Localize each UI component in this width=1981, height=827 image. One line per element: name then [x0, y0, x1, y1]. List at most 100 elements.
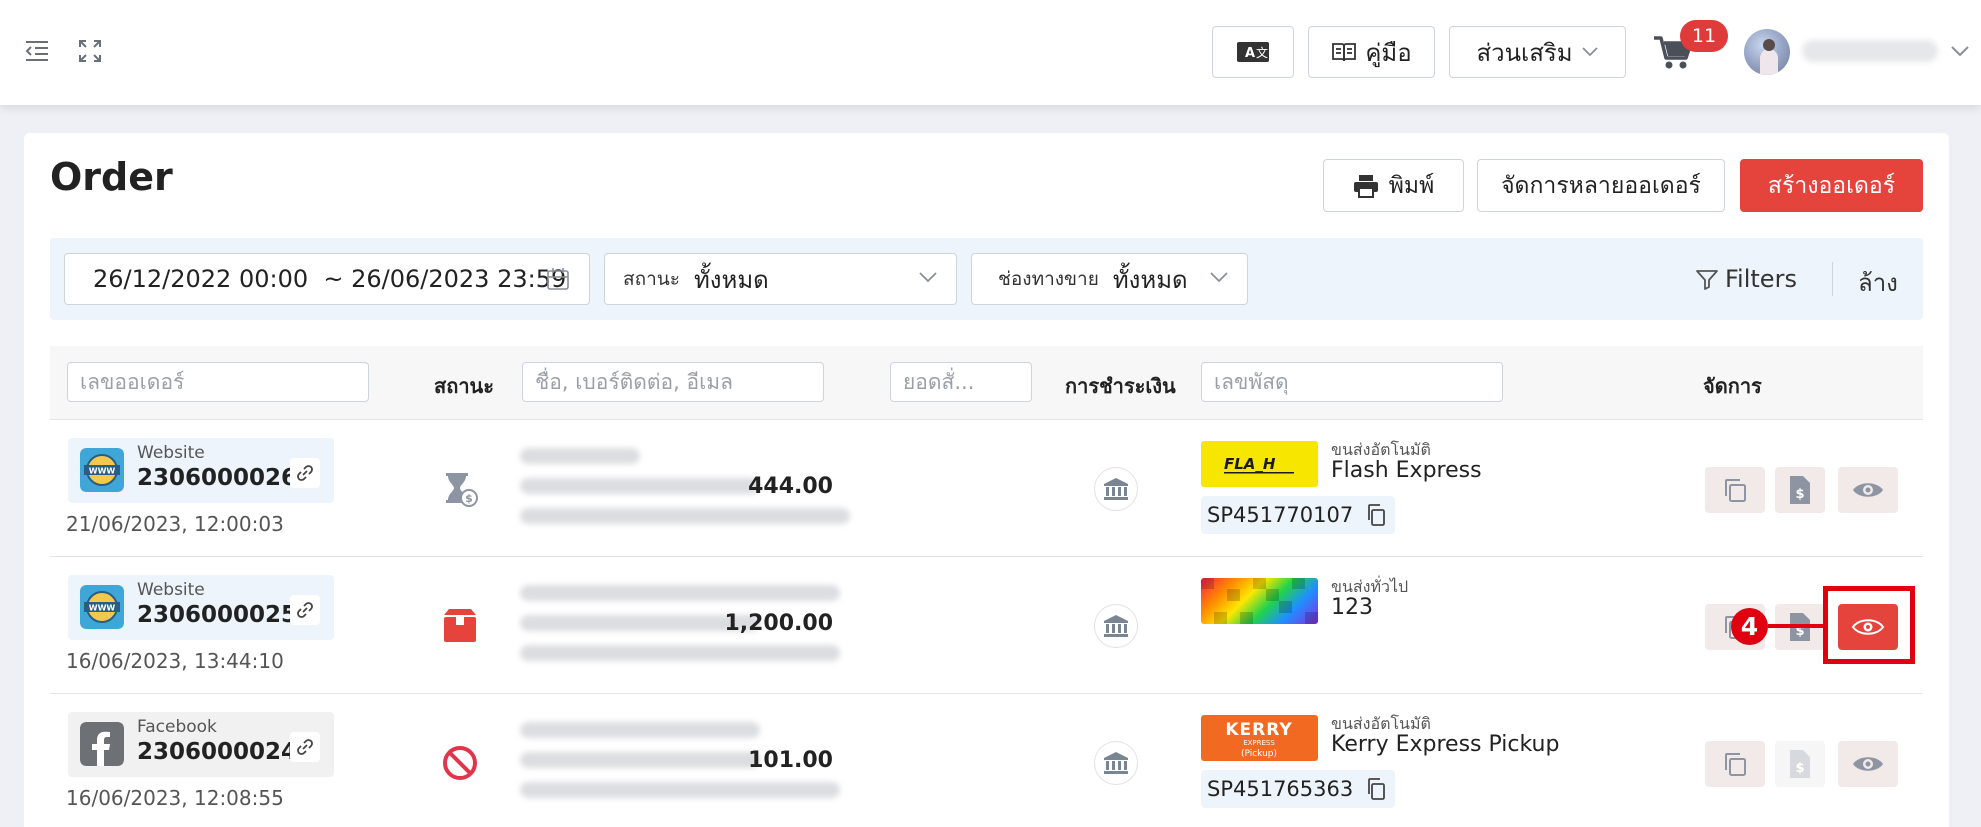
- date-range-input[interactable]: 26/12/2022 00:00 ~ 26/06/2023 23:59: [64, 253, 590, 305]
- calendar-icon: [547, 268, 569, 290]
- table-row[interactable]: WWW Website 2306000025 16/06/2023, 13:44…: [50, 557, 1923, 694]
- chevron-down-icon: [919, 272, 937, 283]
- carrier-name: 123: [1331, 595, 1373, 620]
- guide-label: คู่มือ: [1365, 38, 1412, 67]
- divider: [1832, 262, 1833, 296]
- order-number[interactable]: 2306000024: [137, 739, 297, 765]
- copy-icon: [1725, 753, 1746, 776]
- copy-link-button[interactable]: [290, 595, 320, 625]
- fullscreen-icon[interactable]: [75, 36, 105, 66]
- translate-icon: A 文: [1237, 42, 1269, 62]
- bank-icon: [1104, 752, 1128, 774]
- eye-icon: [1853, 483, 1883, 497]
- invoice-button[interactable]: $: [1775, 467, 1825, 513]
- payment-column-header: การชำระเงิน: [1065, 374, 1176, 398]
- cart-count-badge: 11: [1680, 20, 1728, 52]
- copy-link-button[interactable]: [290, 458, 320, 488]
- bank-icon: [1104, 478, 1128, 500]
- tracking-box: SP451765363: [1201, 770, 1396, 808]
- order-source-box: WWW Website 2306000025: [68, 575, 334, 640]
- view-order-button[interactable]: [1838, 467, 1898, 513]
- copy-icon: [1725, 479, 1746, 502]
- printer-icon: [1353, 174, 1378, 198]
- addons-label: ส่วนเสริม: [1476, 38, 1573, 67]
- svg-text:文: 文: [1256, 45, 1268, 60]
- print-label: พิมพ์: [1388, 172, 1435, 199]
- order-source: Website: [137, 443, 205, 463]
- tracking-number: SP451770107: [1207, 503, 1354, 527]
- svg-text:$: $: [1795, 761, 1804, 776]
- order-date: 16/06/2023, 13:44:10: [66, 649, 284, 673]
- cancelled-icon: [443, 746, 477, 780]
- payment-status: [1094, 604, 1138, 648]
- payment-status: [1094, 741, 1138, 785]
- filters-button[interactable]: Filters: [1695, 263, 1797, 295]
- book-icon: [1332, 43, 1357, 62]
- bulk-manage-button[interactable]: จัดการหลายออเดอร์: [1477, 159, 1725, 212]
- invoice-icon: $: [1790, 750, 1810, 778]
- website-globe-icon: WWW: [80, 448, 124, 492]
- create-order-label: สร้างออเดอร์: [1767, 172, 1896, 199]
- channel-filter-label: ช่องทางขาย: [998, 268, 1099, 290]
- view-order-button[interactable]: [1838, 741, 1898, 787]
- carrier-name: Flash Express: [1331, 458, 1482, 483]
- link-icon: [297, 739, 313, 755]
- translate-button[interactable]: A 文: [1212, 26, 1294, 78]
- tracking-search[interactable]: เลขพัสดุ: [1201, 362, 1503, 402]
- svg-text:WWW: WWW: [89, 604, 116, 613]
- order-number[interactable]: 2306000025: [137, 602, 297, 628]
- invoice-button[interactable]: $: [1775, 741, 1825, 787]
- svg-text:KERRY: KERRY: [1225, 720, 1292, 740]
- avatar[interactable]: [1744, 29, 1790, 75]
- order-date: 16/06/2023, 12:08:55: [66, 786, 284, 810]
- carrier-logo-colorful: [1201, 578, 1318, 624]
- channel-filter-value: ทั้งหมด: [1112, 265, 1188, 294]
- annotation-pointer-line: [1768, 624, 1825, 628]
- filters-label: Filters: [1725, 265, 1797, 293]
- kerry-express-logo: KERRY EXPRESS (Pickup): [1201, 715, 1318, 761]
- chevron-down-icon: [1210, 272, 1228, 283]
- link-icon: [297, 465, 313, 481]
- svg-text:(Pickup): (Pickup): [1241, 749, 1277, 759]
- svg-text:EXPRESS: EXPRESS: [1243, 739, 1275, 747]
- order-amount: 101.00: [748, 748, 833, 773]
- create-order-button[interactable]: สร้างออเดอร์: [1740, 159, 1923, 212]
- order-source: Facebook: [137, 717, 217, 737]
- status-filter-value: ทั้งหมด: [693, 265, 769, 294]
- link-icon: [297, 602, 313, 618]
- tracking-number: SP451765363: [1207, 777, 1354, 801]
- copy-icon[interactable]: [1365, 503, 1387, 527]
- order-amount: 1,200.00: [724, 611, 833, 636]
- order-number-search[interactable]: เลขออเดอร์: [67, 362, 369, 402]
- copy-link-button[interactable]: [290, 732, 320, 762]
- duplicate-order-button[interactable]: [1705, 741, 1765, 787]
- addons-dropdown[interactable]: ส่วนเสริม: [1449, 26, 1626, 78]
- copy-icon[interactable]: [1365, 777, 1387, 801]
- svg-text:$: $: [1795, 487, 1804, 502]
- order-number[interactable]: 2306000026: [137, 465, 297, 491]
- invoice-icon: $: [1790, 476, 1810, 504]
- username-blurred[interactable]: [1802, 40, 1938, 62]
- website-globe-icon: WWW: [80, 585, 124, 629]
- customer-search[interactable]: ชื่อ, เบอร์ติดต่อ, อีเมล: [522, 362, 824, 402]
- table-row[interactable]: WWW Website 2306000026 21/06/2023, 12:00…: [50, 420, 1923, 557]
- box-icon: [444, 609, 476, 642]
- duplicate-order-button[interactable]: [1705, 467, 1765, 513]
- table-row[interactable]: Facebook 2306000024 16/06/2023, 12:08:55…: [50, 694, 1923, 827]
- top-bar: A 文 คู่มือ ส่วนเสริม 11: [0, 0, 1981, 105]
- eye-icon: [1853, 757, 1883, 771]
- order-source-box: WWW Website 2306000026: [68, 438, 334, 503]
- status-filter[interactable]: สถานะ ทั้งหมด: [604, 253, 957, 305]
- svg-text:A: A: [1245, 46, 1255, 61]
- funnel-icon: [1696, 270, 1718, 290]
- chevron-down-icon[interactable]: [1950, 44, 1970, 58]
- collapse-sidebar-icon[interactable]: [22, 36, 52, 66]
- guide-button[interactable]: คู่มือ: [1308, 26, 1435, 78]
- mosaic-pattern: [1201, 578, 1318, 624]
- bank-icon: [1104, 615, 1128, 637]
- print-button[interactable]: พิมพ์: [1323, 159, 1464, 212]
- clear-button[interactable]: ล้าง: [1858, 263, 1898, 302]
- channel-filter[interactable]: ช่องทางขาย ทั้งหมด: [971, 253, 1248, 305]
- amount-search[interactable]: ยอดสั่...: [890, 362, 1032, 402]
- kerry-logo-mark: KERRY EXPRESS (Pickup): [1225, 720, 1292, 759]
